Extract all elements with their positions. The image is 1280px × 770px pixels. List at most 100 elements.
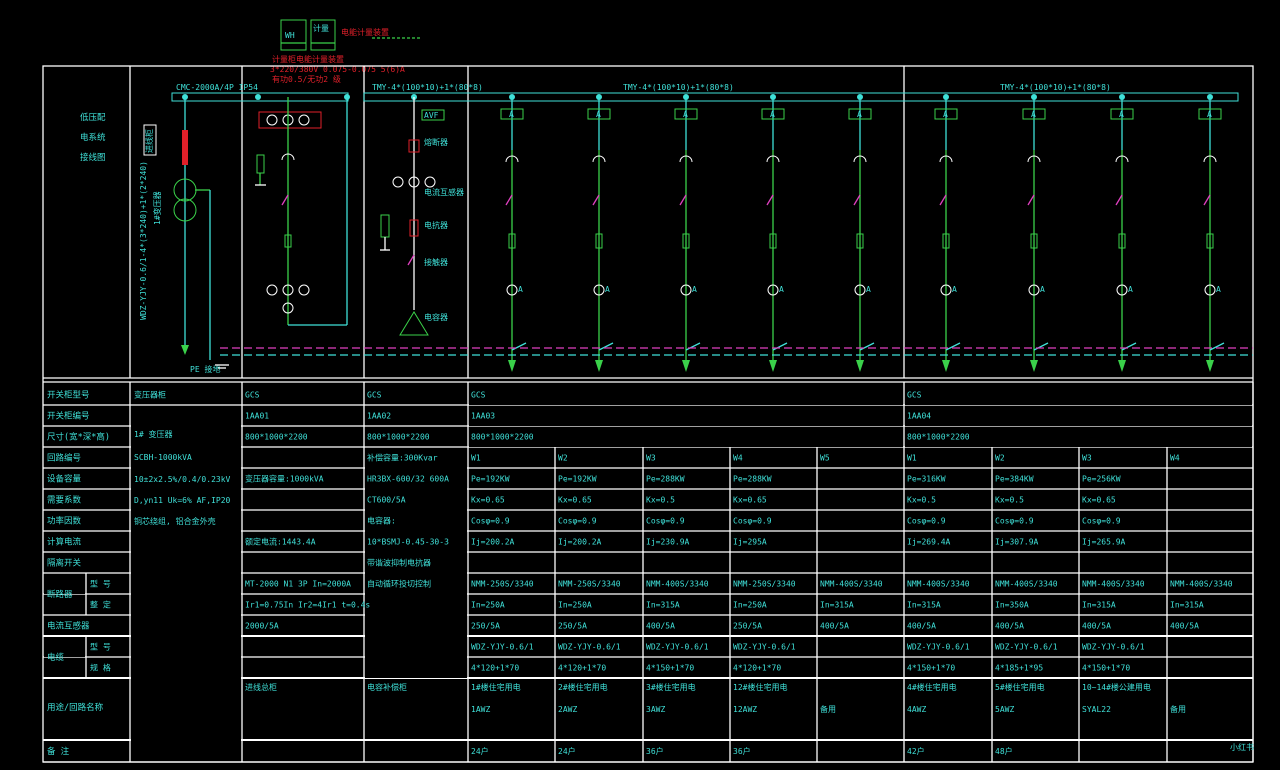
pe-branch: [1209, 342, 1225, 351]
feeder-in: In=315A: [907, 601, 941, 610]
feeder-cable: WDZ-YJY-0.6/1: [558, 643, 621, 652]
pe-branch: [1033, 342, 1049, 351]
pe-branch: [945, 342, 961, 351]
ammeter-label: A: [509, 110, 514, 119]
feeder-breaker: NMM-400S/3340: [995, 580, 1058, 589]
feeder-breaker: NMM-250S/3340: [471, 580, 534, 589]
feeder-cos: Cosφ=0.9: [558, 517, 597, 526]
capacitor-label: 电流互感器: [424, 187, 464, 197]
feeder-ct: 400/5A: [995, 622, 1024, 631]
feeder-cos: Cosφ=0.9: [907, 517, 946, 526]
busbar-label: TMY-4*(100*10)+1*(80*8): [1000, 83, 1111, 92]
meter-wh-label: WH: [285, 31, 295, 40]
switch-icon: [766, 194, 774, 206]
feeder-breaker: NMM-400S/3340: [1170, 580, 1233, 589]
feeder-no: W1: [471, 454, 481, 463]
incoming-capacity: 变压器容量:1000kVA: [245, 474, 324, 484]
feeder-breaker: NMM-250S/3340: [733, 580, 796, 589]
transformer-spec: D,yn11 Uk=6% AF,IP20: [134, 496, 231, 505]
feeder-no: W5: [820, 454, 830, 463]
ct-mark: A: [605, 285, 610, 294]
feeder-note: 24户: [471, 746, 489, 756]
single-line-diagram: WH计量 电能计量装置计量柜电能计量装置3*220/380V 0.075-0.07…: [42, 19, 1254, 763]
row-label: 功率因数: [47, 516, 82, 527]
capacitor-label: 接触器: [424, 257, 448, 267]
bus-dot: [182, 94, 188, 100]
sub-label: 整 定: [90, 600, 111, 610]
feeder-in: In=250A: [558, 601, 592, 610]
feeder-no: W3: [646, 454, 656, 463]
feeder-breaker: NMM-400S/3340: [820, 580, 883, 589]
transformer-spec: SCBH-1000kVA: [134, 453, 192, 462]
cabinet-size: 800*1000*2200: [907, 433, 970, 442]
ct-mark: A: [1216, 285, 1221, 294]
feeder-cable: WDZ-YJY-0.6/1: [646, 643, 709, 652]
feeder-pe: Pe=316KW: [907, 475, 946, 484]
meter-ct-box: [258, 111, 322, 129]
row-label: 设备容量: [47, 474, 82, 485]
feeder-ij: Ij=200.2A: [471, 538, 515, 547]
merged-cell: [905, 385, 1252, 405]
feeder-use: 3#楼住宅用电: [646, 682, 696, 692]
pe-branch: [598, 342, 614, 351]
feeder-arrow: [942, 360, 950, 372]
feeder-ct: 400/5A: [1082, 622, 1111, 631]
feeder-breaker: NMM-250S/3340: [558, 580, 621, 589]
cabinet-type: GCS: [907, 391, 922, 400]
feeder-box: 2AWZ: [558, 705, 577, 714]
feeder-breaker: NMM-400S/3340: [1082, 580, 1145, 589]
switch-icon: [281, 194, 289, 206]
row-label: 断路器: [47, 589, 73, 600]
feeder-arrow: [682, 360, 690, 372]
feeder-pe: Pe=384KW: [995, 475, 1034, 484]
feeder-note: 36户: [646, 746, 664, 756]
feeder-spec: 4*185+1*95: [995, 664, 1043, 673]
feeder-note: 24户: [558, 746, 576, 756]
ct-mark: A: [692, 285, 697, 294]
feeder-box: 3AWZ: [646, 705, 665, 714]
merged-cell: [469, 385, 903, 405]
capacitor-spec: 自动循环投切控制: [367, 579, 431, 589]
ct-mark: A: [518, 285, 523, 294]
feeder-in: In=315A: [820, 601, 854, 610]
feeder-arrow: [508, 360, 516, 372]
switch-icon: [1115, 194, 1123, 206]
ammeter-label: A: [683, 110, 688, 119]
feeder-cable: WDZ-YJY-0.6/1: [995, 643, 1058, 652]
feeder-spec: 4*120+1*70: [558, 664, 606, 673]
feeder-in: In=315A: [646, 601, 680, 610]
surge-arrester-icon: [256, 154, 265, 174]
merged-cell: [469, 406, 903, 426]
ct-icon: [392, 176, 404, 188]
title-text: 电系统: [80, 132, 106, 143]
feeder-no: W1: [907, 454, 917, 463]
feeder-arrow: [1030, 360, 1038, 372]
feeder-kx: Kx=0.65: [471, 496, 505, 505]
feeder-ij: Ij=230.9A: [646, 538, 690, 547]
transformer-spec: 铜芯绕组, 铝合金外壳: [134, 516, 216, 526]
title-text: 低压配: [80, 112, 106, 123]
capacitor-id: 1AA02: [367, 412, 391, 421]
ct-icon: [298, 114, 310, 126]
ct-mark: A: [1040, 285, 1045, 294]
row-label: 备 注: [47, 746, 70, 757]
capacitor-spec: 补偿容量:300Kvar: [367, 453, 438, 463]
vertical-cable-note: WDZ-YJY-0.6/1-4*(3*240)+1*(2*240): [139, 161, 148, 320]
incoming-ct: 2000/5A: [245, 622, 279, 631]
feeder-kx: Kx=0.65: [558, 496, 592, 505]
incoming-type: GCS: [245, 391, 260, 400]
cabinet-size: 800*1000*2200: [471, 433, 534, 442]
feeder-box: SYAL22: [1082, 705, 1111, 714]
transformer-header: 变压器柜: [134, 390, 166, 400]
feeder-spec: 4*150+1*70: [646, 664, 694, 673]
ct-icon: [266, 284, 278, 296]
capacitor-size: 800*1000*2200: [367, 433, 430, 442]
capacitor-spec: 带谐波抑制电抗器: [367, 558, 431, 568]
feeder-ij: Ij=269.4A: [907, 538, 951, 547]
feeder-cable: WDZ-YJY-0.6/1: [907, 643, 970, 652]
feeder-cable: WDZ-YJY-0.6/1: [733, 643, 796, 652]
pe-branch: [859, 342, 875, 351]
row-label: 电流互感器: [47, 621, 90, 632]
ammeter-label: A: [857, 110, 862, 119]
feeder-note: 48户: [995, 746, 1013, 756]
